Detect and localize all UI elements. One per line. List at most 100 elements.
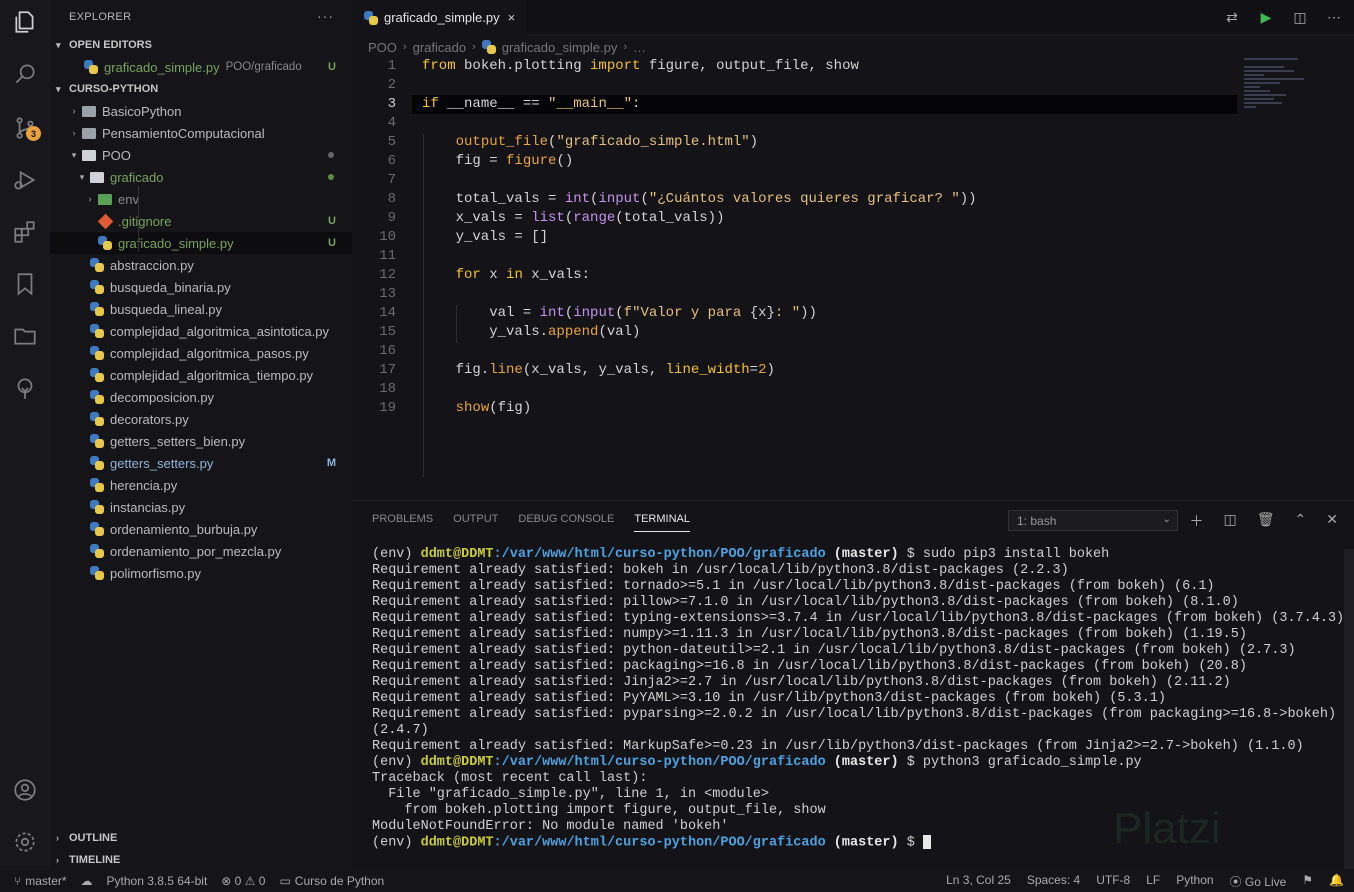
- trash-icon[interactable]: 🗑: [1257, 511, 1275, 531]
- indentation[interactable]: Spaces: 4: [1027, 873, 1080, 890]
- editor-actions: ⇄ ▶ ◫ ⋯: [1224, 9, 1342, 25]
- file-item[interactable]: decomposicion.py: [50, 386, 352, 408]
- breadcrumb-item[interactable]: graficado_simple.py: [502, 40, 618, 55]
- project-label: CURSO-PYTHON: [69, 83, 159, 95]
- new-terminal-icon[interactable]: ＋: [1190, 511, 1204, 531]
- file-item[interactable]: complejidad_algoritmica_tiempo.py: [50, 364, 352, 386]
- line-number: 10: [379, 229, 396, 245]
- file-item[interactable]: instancias.py: [50, 496, 352, 518]
- outline-section[interactable]: › OUTLINE: [50, 827, 117, 849]
- terminal-line: (2.4.7): [372, 723, 429, 738]
- code-editor[interactable]: 1 2 3 4 5 6 7 8 9 10 11 12 13 14 15 16 17 18 19 from bokeh…: [352, 58, 1354, 498]
- minimap[interactable]: [1244, 58, 1336, 118]
- file-item[interactable]: ordenamiento_por_mezcla.py: [50, 540, 352, 562]
- extensions-icon[interactable]: [9, 216, 41, 248]
- terminal-select-value: 1: bash: [1017, 513, 1057, 528]
- more-actions-icon[interactable]: ⋯: [1326, 9, 1342, 25]
- file-name: getters_setters.py: [110, 455, 214, 471]
- file-list: abstraccion.py busqueda_binaria.py busqued…: [50, 254, 352, 584]
- chevron-down-icon: ▾: [56, 39, 61, 50]
- file-name: instancias.py: [110, 499, 186, 515]
- code-line: total_vals = int(input("¿Cuántos valores…: [422, 191, 977, 207]
- line-ending[interactable]: LF: [1146, 873, 1160, 890]
- file-item[interactable]: abstraccion.py: [50, 254, 352, 276]
- source-control-icon[interactable]: 3: [9, 112, 41, 144]
- account-icon[interactable]: [9, 774, 41, 806]
- explorer-icon[interactable]: [9, 6, 41, 38]
- split-terminal-icon[interactable]: ◫: [1224, 511, 1237, 531]
- compare-icon[interactable]: ⇄: [1224, 9, 1240, 25]
- folder-item-env[interactable]: › env: [50, 188, 352, 210]
- file-item[interactable]: complejidad_algoritmica_pasos.py: [50, 342, 352, 364]
- file-item[interactable]: getters_setters.py M: [50, 452, 352, 474]
- explorer-sidebar: EXPLORER ··· ▾ OPEN EDITORS graficado_si…: [50, 0, 352, 870]
- file-item[interactable]: complejidad_algoritmica_asintotica.py: [50, 320, 352, 342]
- python-file-icon: [90, 500, 110, 514]
- platzi-watermark: Platzi: [1113, 804, 1221, 853]
- search-icon[interactable]: [9, 58, 41, 90]
- split-editor-icon[interactable]: ◫: [1292, 9, 1308, 25]
- open-editors-section[interactable]: ▾ OPEN EDITORS: [50, 34, 352, 56]
- file-name: ordenamiento_burbuja.py: [110, 521, 258, 537]
- file-item[interactable]: getters_setters_bien.py: [50, 430, 352, 452]
- folder-item[interactable]: › BasicoPython: [50, 100, 352, 122]
- timeline-section[interactable]: › TIMELINE: [50, 849, 120, 871]
- feedback-icon[interactable]: ⚑: [1302, 873, 1313, 890]
- file-item[interactable]: decorators.py: [50, 408, 352, 430]
- tab-debug-console[interactable]: DEBUG CONSOLE: [518, 513, 614, 532]
- maximize-panel-icon[interactable]: ⌃: [1295, 511, 1307, 531]
- breadcrumb-item[interactable]: graficado: [413, 40, 466, 55]
- tab-problems[interactable]: PROBLEMS: [372, 513, 433, 532]
- run-file-icon[interactable]: ▶: [1258, 9, 1274, 25]
- problems-count[interactable]: ⊗ 0 ⚠ 0: [221, 874, 265, 888]
- file-name: getters_setters_bien.py: [110, 433, 246, 449]
- language-mode[interactable]: Python: [1176, 873, 1213, 890]
- go-live-button[interactable]: ⦿ Go Live: [1230, 873, 1287, 890]
- code-line: show(fig): [455, 400, 532, 416]
- file-item[interactable]: busqueda_binaria.py: [50, 276, 352, 298]
- file-item[interactable]: busqueda_lineal.py: [50, 298, 352, 320]
- file-item[interactable]: herencia.py: [50, 474, 352, 496]
- open-editor-item[interactable]: graficado_simple.py POO/graficado U: [50, 56, 352, 78]
- notifications-bell-icon[interactable]: 🔔: [1329, 873, 1344, 890]
- project-section[interactable]: ▾ CURSO-PYTHON: [50, 78, 352, 100]
- modified-dot: [328, 152, 334, 158]
- line-number: 17: [379, 362, 396, 378]
- folder-item-poo[interactable]: ▾ POO: [50, 144, 352, 166]
- close-panel-icon[interactable]: ✕: [1326, 511, 1338, 531]
- breadcrumb-item[interactable]: …: [633, 40, 646, 55]
- bookmark-icon[interactable]: [9, 268, 41, 300]
- code-line: y_vals = []: [422, 229, 549, 245]
- tab-terminal[interactable]: TERMINAL: [634, 513, 690, 532]
- folder-item[interactable]: › PensamientoComputacional: [50, 122, 352, 144]
- chevron-right-icon: ›: [56, 855, 59, 865]
- file-name: abstraccion.py: [110, 257, 194, 273]
- sync-indicator[interactable]: ☁: [81, 874, 93, 888]
- breadcrumb-item[interactable]: POO: [368, 40, 397, 55]
- git-status-badge: U: [328, 237, 336, 249]
- file-name: .gitignore: [118, 213, 172, 229]
- file-item-gitignore[interactable]: .gitignore U: [50, 210, 352, 232]
- settings-gear-icon[interactable]: [9, 826, 41, 858]
- python-interpreter[interactable]: Python 3.8.5 64-bit: [107, 874, 208, 888]
- tree-icon[interactable]: [9, 372, 41, 404]
- line-number: 12: [379, 267, 396, 283]
- terminal-select[interactable]: 1: bash ⌄: [1008, 510, 1178, 531]
- run-debug-icon[interactable]: [9, 164, 41, 196]
- editor-tab-active[interactable]: graficado_simple.py ×: [352, 0, 527, 35]
- folder-icon[interactable]: [9, 320, 41, 352]
- terminal-scrollbar[interactable]: [1344, 549, 1354, 869]
- file-item[interactable]: ordenamiento_burbuja.py: [50, 518, 352, 540]
- close-tab-icon[interactable]: ×: [508, 10, 516, 25]
- prompt-dollar: $: [898, 835, 923, 851]
- tab-output[interactable]: OUTPUT: [453, 513, 498, 532]
- cursor-position[interactable]: Ln 3, Col 25: [946, 873, 1011, 890]
- folder-item-graficado[interactable]: ▾ graficado: [50, 166, 352, 188]
- encoding[interactable]: UTF-8: [1096, 873, 1130, 890]
- python-file-icon: [90, 368, 110, 382]
- workspace-indicator[interactable]: ▭ Curso de Python: [279, 874, 384, 888]
- more-actions-icon[interactable]: ···: [317, 8, 334, 24]
- file-item-selected[interactable]: graficado_simple.py U: [50, 232, 352, 254]
- file-item[interactable]: polimorfismo.py: [50, 562, 352, 584]
- branch-indicator[interactable]: ⑂ master*: [14, 874, 67, 888]
